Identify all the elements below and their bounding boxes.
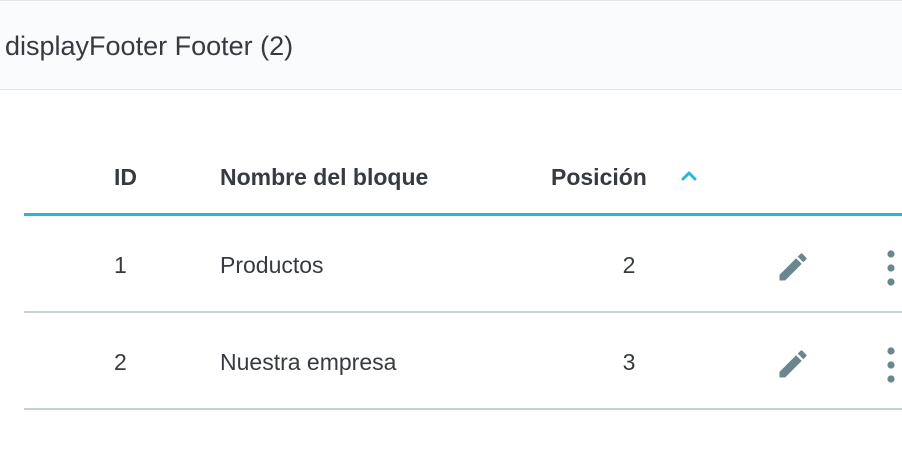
cell-name: Nuestra empresa bbox=[220, 349, 397, 375]
chevron-up-icon[interactable] bbox=[679, 168, 699, 184]
column-header-position[interactable]: Posición bbox=[551, 162, 647, 192]
cell-position: 2 bbox=[622, 252, 636, 278]
cell-name: Productos bbox=[220, 252, 324, 278]
column-header-id[interactable]: ID bbox=[114, 162, 137, 192]
table-row: 2 Nuestra empresa 3 bbox=[24, 313, 902, 410]
pencil-icon[interactable] bbox=[775, 249, 811, 285]
blocks-table: ID Nombre del bloque Posición 1 Producto… bbox=[24, 140, 902, 410]
cell-id: 1 bbox=[114, 252, 127, 278]
card-header: displayFooter Footer (2) bbox=[0, 0, 902, 90]
column-header-name[interactable]: Nombre del bloque bbox=[220, 162, 428, 192]
table-row: 1 Productos 2 bbox=[24, 216, 902, 313]
cell-id: 2 bbox=[114, 349, 127, 375]
table-header: ID Nombre del bloque Posición bbox=[24, 140, 902, 216]
cell-position: 3 bbox=[622, 349, 636, 375]
pencil-icon[interactable] bbox=[775, 346, 811, 382]
more-vertical-icon[interactable] bbox=[880, 248, 902, 288]
card-title: displayFooter Footer (2) bbox=[5, 31, 294, 61]
more-vertical-icon[interactable] bbox=[880, 345, 902, 385]
